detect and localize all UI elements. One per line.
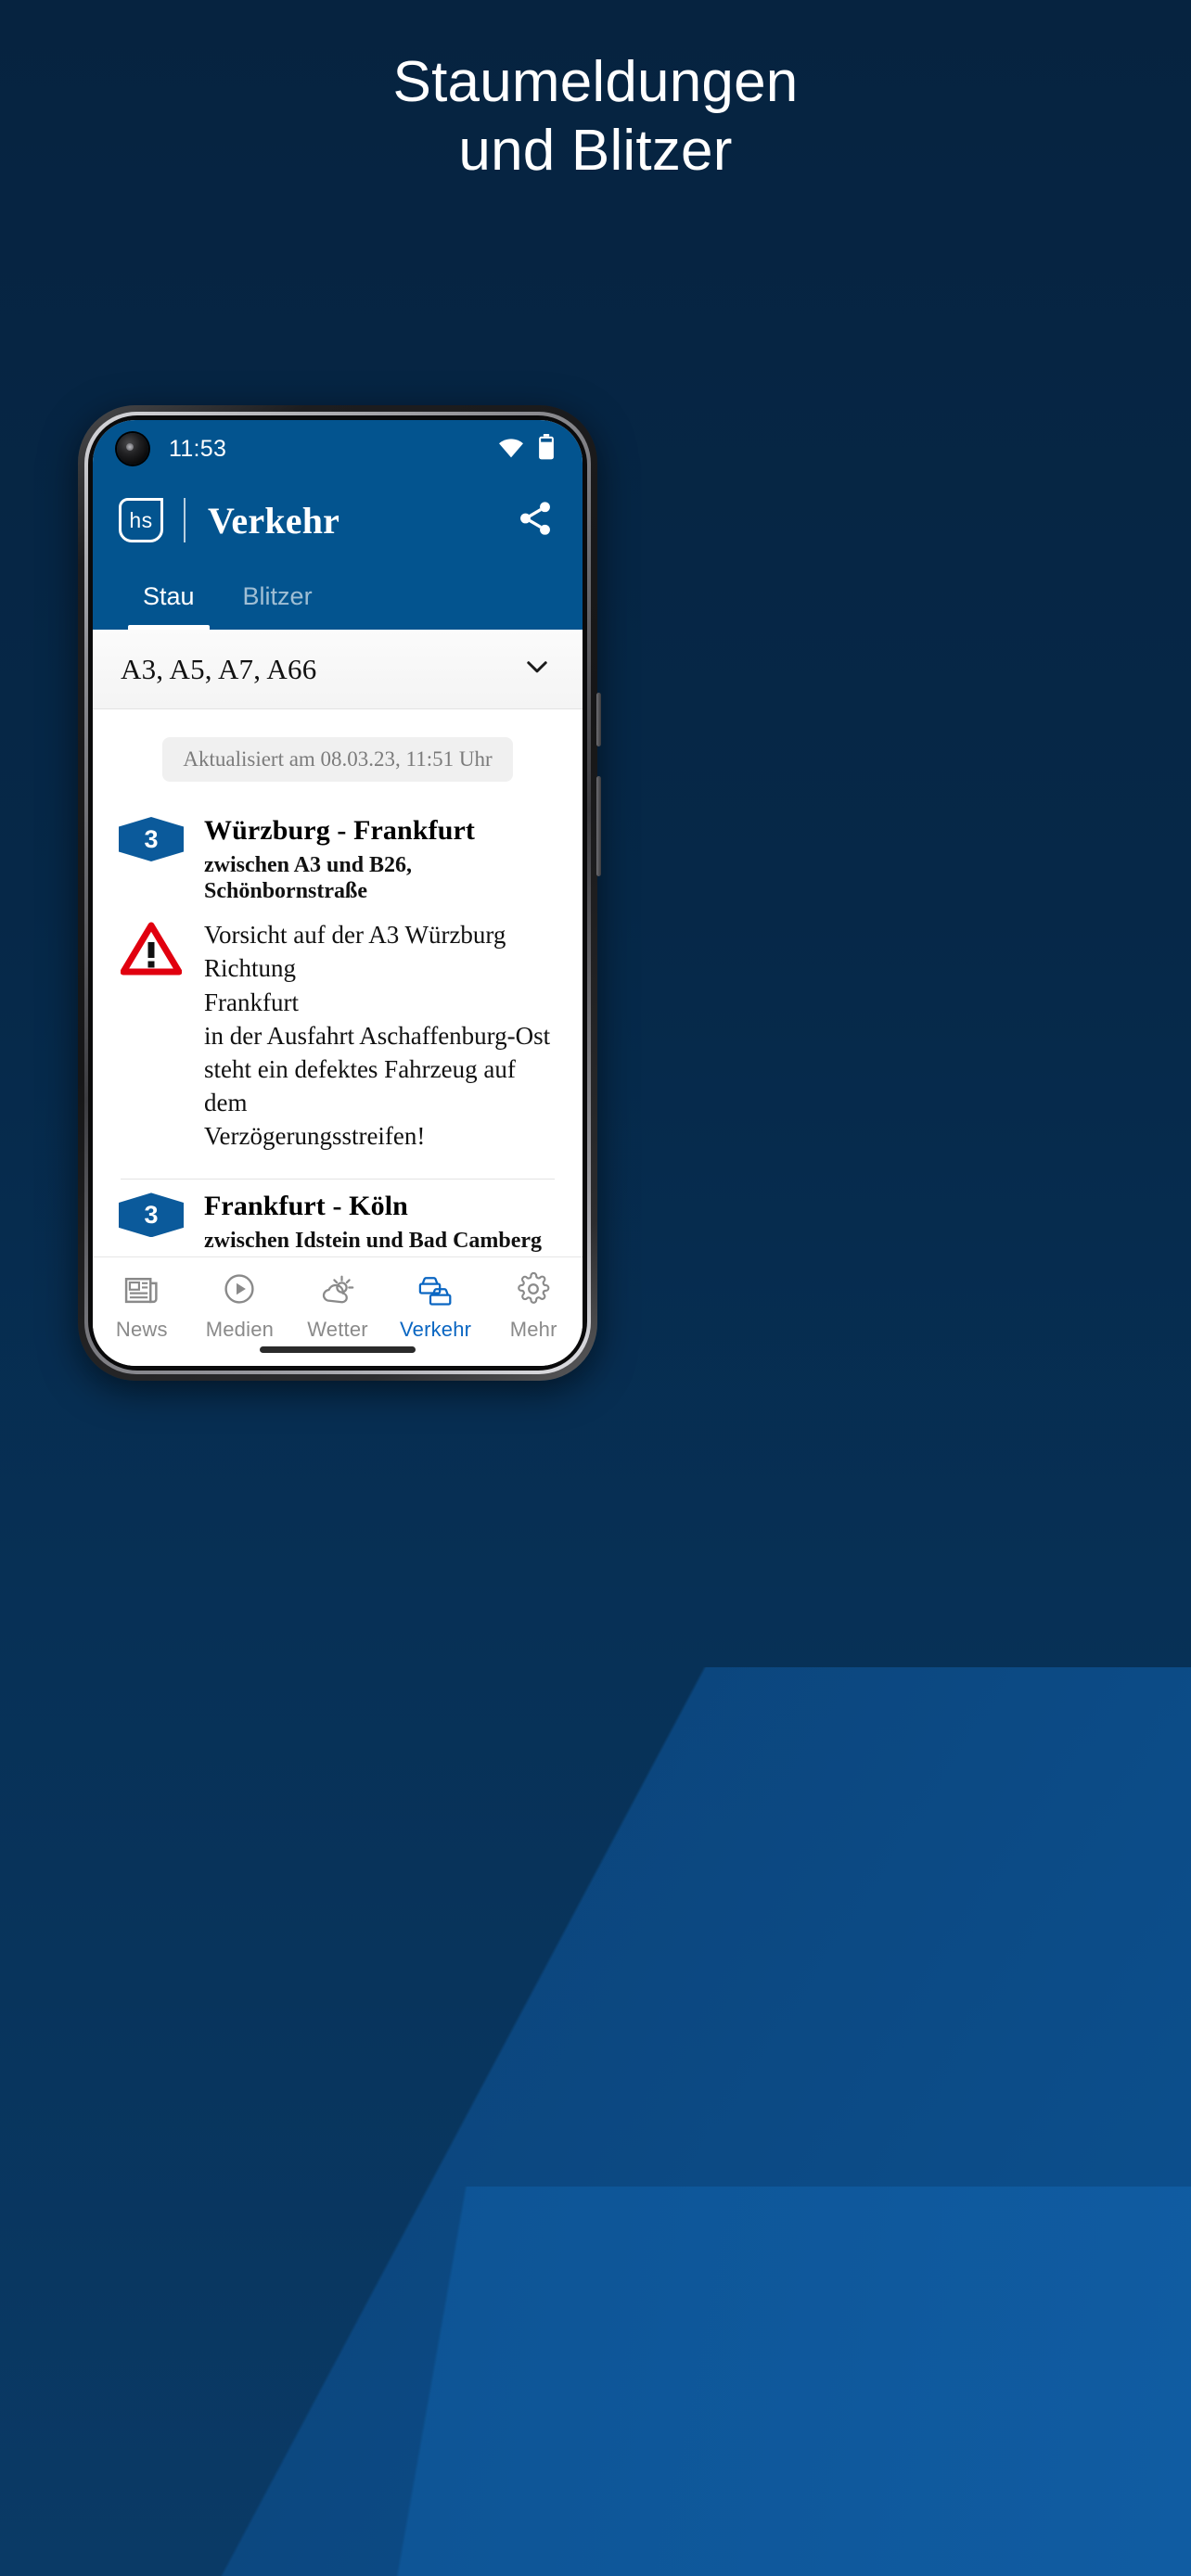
tab-stau[interactable]: Stau <box>119 563 219 630</box>
traffic-item-text-line: steht ein defektes Fahrzeug auf dem <box>204 1054 516 1117</box>
autobahn-shield-badge: 3 <box>119 1192 184 1238</box>
battery-icon <box>538 433 555 465</box>
nav-item-verkehr[interactable]: Verkehr <box>387 1272 485 1342</box>
front-camera-icon <box>117 433 148 465</box>
autobahn-shield-badge: 3 <box>119 817 184 861</box>
newspaper-icon <box>123 1272 160 1310</box>
traffic-item-title: Würzburg - Frankfurt <box>204 815 475 846</box>
tab-blitzer-label: Blitzer <box>242 581 313 610</box>
gear-icon <box>515 1271 552 1310</box>
tab-stau-label: Stau <box>143 581 195 610</box>
chevron-down-icon <box>521 651 553 687</box>
app-bar: hs Verkehr <box>93 478 583 563</box>
status-bar-clock: 11:53 <box>169 435 227 462</box>
sun-cloud-icon <box>318 1272 357 1310</box>
phone-screen: 11:53 hs Verkehr Stau Blitzer A3, A5, A7… <box>93 420 583 1366</box>
volume-button[interactable] <box>596 776 601 876</box>
traffic-item-text-line: Frankfurt <box>204 988 299 1016</box>
status-bar-icons <box>497 433 555 465</box>
nav-item-medien-label: Medien <box>205 1318 275 1341</box>
nav-item-verkehr-label: Verkehr <box>399 1318 472 1341</box>
traffic-cars-icon <box>416 1272 455 1310</box>
traffic-item-text-line: Vorsicht auf der A3 Würzburg Richtung <box>204 921 506 983</box>
background-diagonal-band-secondary <box>213 2187 1191 2576</box>
traffic-item-header: 3 Frankfurt - Köln zwischen Idstein und … <box>119 1189 555 1254</box>
traffic-item-title: Frankfurt - Köln <box>204 1191 408 1222</box>
updated-row: Aktualisiert am 08.03.23, 11:51 Uhr <box>93 709 583 804</box>
updated-chip: Aktualisiert am 08.03.23, 11:51 Uhr <box>162 737 513 782</box>
nav-item-mehr[interactable]: Mehr <box>484 1271 583 1342</box>
traffic-item-titles: Würzburg - Frankfurt zwischen A3 und B26… <box>204 813 555 905</box>
traffic-item-text: Vorsicht auf der A3 Würzburg Richtung Fr… <box>204 918 555 1153</box>
route-selector[interactable]: A3, A5, A7, A66 <box>93 630 583 709</box>
page-title: Verkehr <box>208 499 340 542</box>
app-bar-divider <box>184 498 186 542</box>
hs-logo[interactable]: hs <box>119 498 163 542</box>
promo-headline-line1: Staumeldungen <box>392 50 799 114</box>
nav-item-medien[interactable]: Medien <box>191 1272 289 1342</box>
traffic-item[interactable]: 3 Frankfurt - Köln zwischen Idstein und … <box>93 1180 583 1256</box>
tab-blitzer[interactable]: Blitzer <box>219 563 337 630</box>
warning-triangle-icon <box>119 918 184 976</box>
traffic-item-text-line: in der Ausfahrt Aschaffenburg-Ost <box>204 1021 551 1050</box>
wifi-icon <box>497 436 525 463</box>
share-icon <box>516 499 555 542</box>
home-indicator[interactable] <box>260 1346 416 1353</box>
power-button[interactable] <box>596 693 601 746</box>
nav-item-news-label: News <box>115 1318 168 1341</box>
promo-headline: Staumeldungen und Blitzer <box>0 52 1191 181</box>
traffic-item[interactable]: 3 Würzburg - Frankfurt zwischen A3 und B… <box>93 804 583 1153</box>
bottom-nav-wrapper: News Medien Wetter Verkehr Mehr <box>93 1256 583 1366</box>
traffic-item-body: Vorsicht auf der A3 Würzburg Richtung Fr… <box>119 918 555 1153</box>
traffic-item-subtitle: zwischen A3 und B26, Schönbornstraße <box>204 852 413 904</box>
traffic-list[interactable]: Aktualisiert am 08.03.23, 11:51 Uhr 3 Wü… <box>93 709 583 1256</box>
traffic-item-header: 3 Würzburg - Frankfurt zwischen A3 und B… <box>119 813 555 905</box>
share-button[interactable] <box>516 499 555 542</box>
phone-mockup: 11:53 hs Verkehr Stau Blitzer A3, A5, A7… <box>78 405 601 1381</box>
nav-item-wetter-label: Wetter <box>307 1318 368 1341</box>
play-circle-icon <box>221 1272 258 1310</box>
traffic-item-text-line: Verzögerungsstreifen! <box>204 1122 426 1151</box>
traffic-item-subtitle: zwischen Idstein und Bad Camberg <box>204 1228 543 1253</box>
route-selector-value: A3, A5, A7, A66 <box>121 652 317 685</box>
nav-item-wetter[interactable]: Wetter <box>288 1272 387 1342</box>
traffic-item-titles: Frankfurt - Köln zwischen Idstein und Ba… <box>204 1189 555 1254</box>
tab-bar: Stau Blitzer <box>93 563 583 630</box>
status-bar: 11:53 <box>93 420 583 478</box>
nav-item-news[interactable]: News <box>93 1272 191 1342</box>
nav-item-mehr-label: Mehr <box>509 1318 557 1341</box>
promo-headline-line2: und Blitzer <box>458 118 733 183</box>
